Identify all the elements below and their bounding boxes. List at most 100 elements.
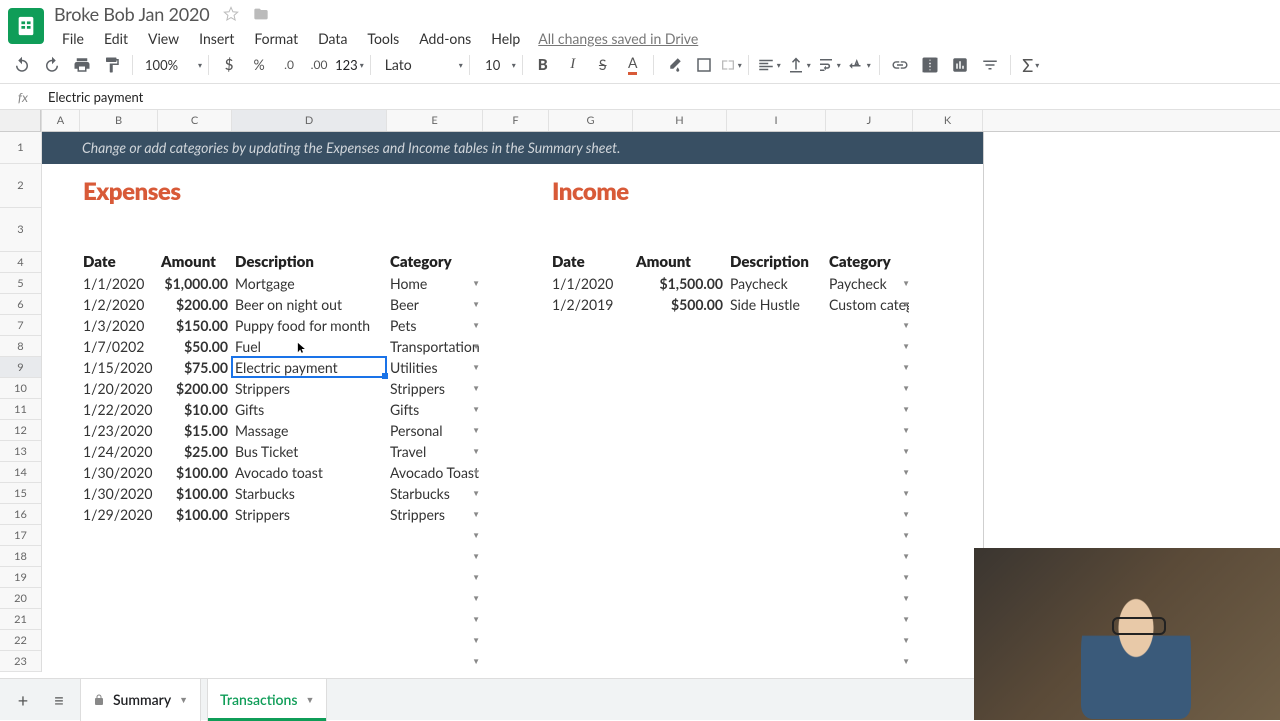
cell[interactable] [727,567,826,588]
text-color-icon[interactable]: A [619,51,647,79]
dropdown-arrow-icon[interactable]: ▼ [902,509,910,519]
sheet-row[interactable]: 1/7/0202$50.00FuelTransportation▼▼ [42,336,1280,357]
cell[interactable]: 1/3/2020 [80,315,158,336]
category-dropdown[interactable]: Gifts▼ [387,399,483,420]
cell[interactable] [80,525,158,546]
cell[interactable] [633,588,727,609]
cell[interactable] [483,462,549,483]
filter-icon[interactable] [976,51,1004,79]
cell[interactable] [549,420,633,441]
cell[interactable] [232,567,387,588]
cell[interactable] [913,483,983,504]
category-dropdown[interactable]: Home▼ [387,273,483,294]
cell[interactable] [549,504,633,525]
dropdown-arrow-icon[interactable]: ▼ [472,593,480,603]
col-header-G[interactable]: G [549,110,633,131]
cell[interactable] [549,483,633,504]
decrease-decimal-icon[interactable]: .0 [275,51,303,79]
dropdown-arrow-icon[interactable]: ▼ [902,446,910,456]
redo-icon[interactable] [38,51,66,79]
dropdown-arrow-icon[interactable]: ▼ [902,614,910,624]
cell[interactable] [727,504,826,525]
cell[interactable] [727,462,826,483]
row-header[interactable]: 20 [0,588,41,609]
cell[interactable] [549,525,633,546]
cell[interactable] [913,273,983,294]
row-header[interactable]: 8 [0,336,41,357]
sheet-row[interactable]: ExpensesIncome [42,164,1280,208]
cell[interactable] [483,483,549,504]
cell[interactable]: $10.00 [158,399,232,420]
cell[interactable] [42,208,80,252]
dropdown-arrow-icon[interactable]: ▼ [902,299,910,309]
cell[interactable] [633,399,727,420]
cell[interactable] [42,483,80,504]
category-dropdown[interactable]: Personal▼ [387,420,483,441]
cell[interactable] [387,208,483,252]
sheet-row[interactable] [42,208,1280,252]
chevron-down-icon[interactable]: ▼ [306,694,315,705]
cell[interactable] [549,441,633,462]
cell[interactable] [483,357,549,378]
sheet-row[interactable]: 1/23/2020$15.00MassagePersonal▼▼ [42,420,1280,441]
dropdown-arrow-icon[interactable]: ▼ [472,530,480,540]
strikethrough-icon[interactable]: S [589,51,617,79]
cell[interactable]: 1/7/0202 [80,336,158,357]
dropdown-arrow-icon[interactable]: ▼ [902,383,910,393]
cell[interactable] [913,525,983,546]
chevron-down-icon[interactable]: ▼ [179,694,188,705]
cell[interactable] [158,651,232,672]
dropdown-arrow-icon[interactable]: ▼ [902,320,910,330]
cell[interactable] [913,504,983,525]
cell[interactable] [913,399,983,420]
dropdown-arrow-icon[interactable]: ▼ [472,425,480,435]
cell[interactable] [633,609,727,630]
cell[interactable] [913,357,983,378]
dropdown-arrow-icon[interactable]: ▼ [472,572,480,582]
row-header[interactable]: 18 [0,546,41,567]
cell[interactable] [42,588,80,609]
cell[interactable] [42,399,80,420]
cell[interactable]: Puppy food for month [232,315,387,336]
col-header-H[interactable]: H [633,110,727,131]
row-header[interactable]: 4 [0,252,41,273]
category-dropdown[interactable]: ▼ [387,588,483,609]
cell[interactable] [913,164,983,208]
row-header[interactable]: 22 [0,630,41,651]
cell[interactable] [549,378,633,399]
cell[interactable] [913,420,983,441]
category-dropdown[interactable]: ▼ [387,546,483,567]
all-sheets-button[interactable]: ≡ [44,685,74,715]
zoom-select[interactable]: 100% [139,53,202,77]
cell[interactable]: $75.00 [158,357,232,378]
category-dropdown[interactable]: Travel▼ [387,441,483,462]
sheet-row[interactable]: Change or add categories by updating the… [42,132,1280,164]
cell[interactable] [633,420,727,441]
cell[interactable] [232,208,387,252]
cell[interactable] [483,164,549,208]
cell[interactable] [232,546,387,567]
cell[interactable] [913,252,983,273]
cell[interactable] [727,399,826,420]
cell[interactable] [42,651,80,672]
row-header[interactable]: 10 [0,378,41,399]
cell[interactable] [42,252,80,273]
cell[interactable] [913,630,983,651]
col-header-K[interactable]: K [913,110,983,131]
cell[interactable]: $100.00 [158,504,232,525]
cell[interactable]: 1/29/2020 [80,504,158,525]
menu-help[interactable]: Help [483,27,528,50]
category-dropdown[interactable]: Custom categ▼ [826,294,913,315]
category-dropdown[interactable]: ▼ [387,651,483,672]
dropdown-arrow-icon[interactable]: ▼ [902,404,910,414]
cell[interactable]: Date [80,252,158,273]
cell[interactable] [913,588,983,609]
cell[interactable]: 1/30/2020 [80,462,158,483]
cell[interactable] [80,567,158,588]
col-header-B[interactable]: B [80,110,158,131]
category-dropdown[interactable]: Pets▼ [387,315,483,336]
cell[interactable] [80,630,158,651]
col-header-E[interactable]: E [387,110,483,131]
dropdown-arrow-icon[interactable]: ▼ [472,404,480,414]
cell[interactable] [232,651,387,672]
